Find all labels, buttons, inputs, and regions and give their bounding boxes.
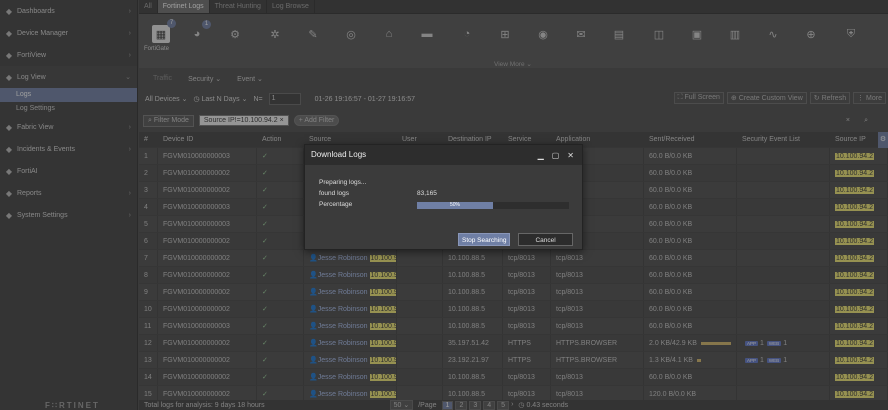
found-logs-label: found logs [319, 190, 349, 197]
maximize-icon[interactable]: ▢ [552, 151, 560, 160]
minimize-icon[interactable]: ▁ [538, 151, 544, 160]
dialog-buttons: Stop Searching Cancel [458, 233, 573, 246]
progress-fill: 50% [417, 202, 493, 209]
download-logs-dialog: Download Logs ▁ ▢ ✕ Preparing logs... fo… [304, 144, 583, 250]
close-icon[interactable]: ✕ [567, 151, 574, 160]
preparing-text: Preparing logs... [319, 179, 367, 186]
found-logs-value: 83,165 [417, 190, 437, 197]
stop-searching-button[interactable]: Stop Searching [458, 233, 511, 246]
download-progress-bar: 50% [417, 202, 569, 209]
cancel-button[interactable]: Cancel [518, 233, 573, 246]
dialog-controls: ▁ ▢ ✕ [538, 151, 574, 160]
percentage-label: Percentage [319, 201, 353, 208]
found-logs-row: found logs 83,165 [319, 190, 582, 201]
